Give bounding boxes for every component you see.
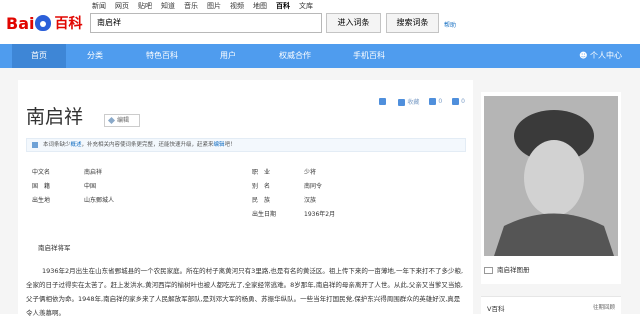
info-value: 1936年2月 [304,211,336,218]
like-button[interactable]: 0 [429,98,442,105]
album-caption[interactable]: 南启祥图册 [484,264,530,274]
favorite-button[interactable]: 收藏 [398,97,419,106]
nav-category[interactable]: 分类 [66,44,124,68]
vbaike-more-link[interactable]: 往期回顾 [593,303,615,311]
nav-home[interactable]: 首页 [12,44,66,68]
share-icon [452,98,460,105]
help-link[interactable]: 帮助 [444,20,456,29]
person-icon: ☻ [579,51,590,60]
info-label: 别 名 [252,183,271,190]
missing-summary-notice: 本词条缺少概述，补充相关内容使词条更完整，还能快速升级，赶紧来编辑吧！ [26,138,466,152]
sidebar-album: 南启祥图册 [481,92,621,284]
notice-link-edit[interactable]: 编辑 [214,142,225,148]
favorite-label: 收藏 [407,99,420,106]
top-link-tieba[interactable]: 贴吧 [138,1,152,11]
top-link-images[interactable]: 图片 [207,1,221,11]
album-caption-label: 南启祥图册 [497,266,530,274]
notice-text: 本词条缺少 [43,142,71,148]
user-center-link[interactable]: ☻ 个人中心 [579,44,622,68]
star-icon [398,99,406,106]
plus-icon[interactable] [379,98,388,105]
info-label: 民 族 [252,197,271,204]
edit-button[interactable]: 编辑 [104,114,140,127]
info-value: 少将 [304,169,317,176]
share-count: 0 [461,98,465,105]
info-label: 国 籍 [32,183,51,190]
enter-entry-button[interactable]: 进入词条 [326,13,381,33]
notice-mid: ，补充相关内容使词条更完整，还能快速升级，赶紧来 [81,142,214,148]
search-entry-button[interactable]: 搜索词条 [386,13,439,33]
info-label: 中文名 [32,169,51,176]
section-subtitle: 南启祥将军 [38,244,71,252]
portrait-photo[interactable] [484,96,618,256]
paw-icon [35,15,52,31]
info-label: 出生日期 [252,211,277,218]
info-label: 出生地 [32,197,51,204]
logo-text-baike: 百科 [54,16,83,32]
biography-paragraph: 1936年2月出生在山东省鄄城县的一个农民家庭。所在的村子离黄河只有3里路,也是… [26,267,464,317]
top-link-zhidao[interactable]: 知道 [161,1,175,11]
top-link-map[interactable]: 地图 [253,1,267,11]
top-link-wenku[interactable]: 文库 [299,1,313,11]
top-link-video[interactable]: 视频 [230,1,244,11]
info-value: 中国 [84,183,97,190]
user-center-label: 个人中心 [590,51,622,60]
entry-content: 南启祥 编辑 收藏 0 0 本词条缺少概述，补充相关内容使词条更完整，还能快速升… [18,80,473,317]
thumb-up-icon [429,98,437,105]
info-value: 南同令 [304,183,323,190]
entry-title: 南启祥 [26,106,84,128]
info-label: 职 业 [252,169,271,176]
header: Bai 百科 新闻 网页 贴吧 知道 音乐 图片 视频 地图 百科 文库 南启祥… [0,0,640,44]
top-link-news[interactable]: 新闻 [92,1,106,11]
notice-end: 吧！ [224,142,236,148]
info-value: 汉族 [304,197,317,204]
info-value: 山东鄄城人 [84,197,115,204]
like-count: 0 [438,98,443,105]
nav-mobile[interactable]: 手机百科 [336,44,402,68]
main-nav: 首页 分类 特色百科 用户 权威合作 手机百科 ☻ 个人中心 [0,44,640,68]
info-value: 南启祥 [84,169,103,176]
sidebar-vbaike: V百科 往期回顾 [481,296,621,314]
nav-authority[interactable]: 权威合作 [262,44,328,68]
search-input[interactable]: 南启祥 [90,13,322,33]
share-button[interactable]: 0 [452,98,465,105]
nav-featured[interactable]: 特色百科 [132,44,192,68]
album-icon [484,266,493,274]
top-link-music[interactable]: 音乐 [184,1,198,11]
top-link-baike[interactable]: 百科 [276,1,290,11]
vbaike-title: V百科 [487,305,505,313]
top-link-web[interactable]: 网页 [115,1,129,11]
logo-text-bai: Bai [6,13,35,33]
notice-link-summary[interactable]: 概述 [71,142,82,148]
baidu-baike-logo[interactable]: Bai 百科 [6,12,86,34]
top-links: 新闻 网页 贴吧 知道 音乐 图片 视频 地图 百科 文库 [92,1,322,11]
entry-actions: 收藏 0 0 [379,97,465,106]
nav-user[interactable]: 用户 [200,44,256,68]
